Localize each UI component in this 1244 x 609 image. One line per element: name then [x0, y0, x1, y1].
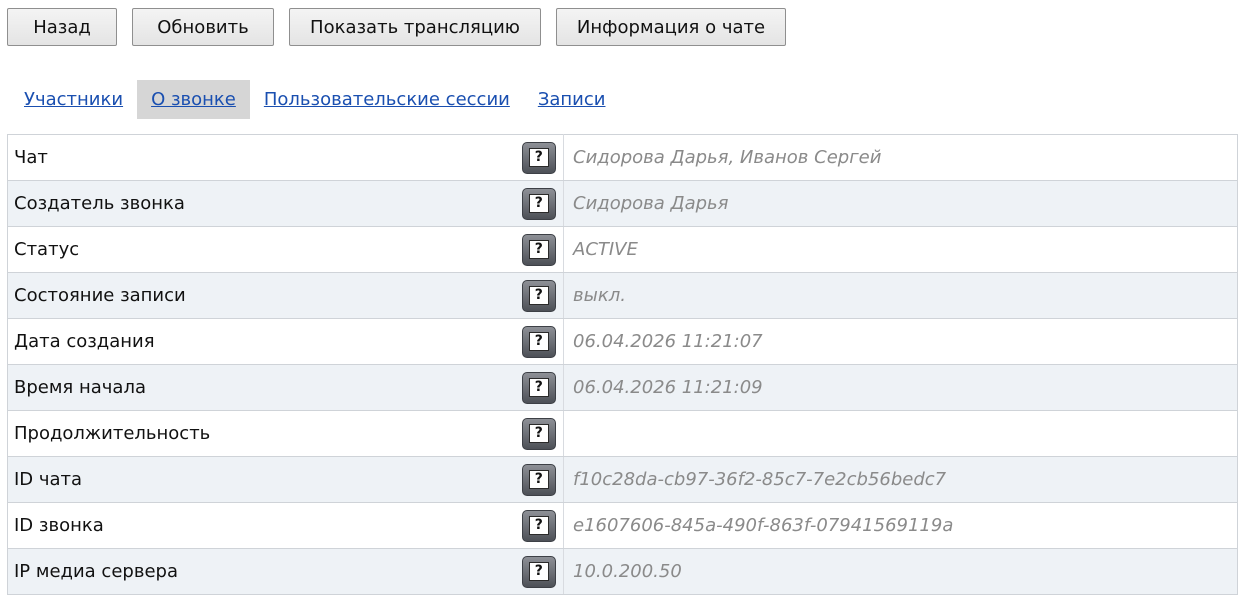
help-icon[interactable]: ? [521, 233, 556, 266]
info-row-call-id: ID звонка ? e1607606-845a-490f-863f-0794… [7, 502, 1238, 549]
info-row-duration: Продолжительность ? [7, 410, 1238, 457]
row-label: ID звонка [7, 502, 515, 549]
row-value: 06.04.2026 11:21:07 [563, 318, 1238, 365]
row-value: 10.0.200.50 [563, 548, 1238, 595]
back-button[interactable]: Назад [7, 8, 117, 46]
row-value: f10c28da-cb97-36f2-85c7-7e2cb56bedc7 [563, 456, 1238, 503]
help-icon[interactable]: ? [521, 509, 556, 542]
tab-about-call[interactable]: О звонке [137, 80, 250, 119]
help-icon[interactable]: ? [521, 279, 556, 312]
row-value: выкл. [563, 272, 1238, 319]
row-value: 06.04.2026 11:21:09 [563, 364, 1238, 411]
help-icon[interactable]: ? [521, 187, 556, 220]
help-icon[interactable]: ? [521, 417, 556, 450]
help-icon[interactable]: ? [521, 555, 556, 588]
row-value: ACTIVE [563, 226, 1238, 273]
info-row-start-time: Время начала ? 06.04.2026 11:21:09 [7, 364, 1238, 411]
info-row-media-server-ip: IP медиа сервера ? 10.0.200.50 [7, 548, 1238, 595]
info-row-status: Статус ? ACTIVE [7, 226, 1238, 273]
row-label: IP медиа сервера [7, 548, 515, 595]
tab-bar: Участники О звонке Пользовательские сесс… [10, 80, 619, 119]
help-icon[interactable]: ? [521, 141, 556, 174]
info-row-chat-id: ID чата ? f10c28da-cb97-36f2-85c7-7e2cb5… [7, 456, 1238, 503]
row-value: Сидорова Дарья, Иванов Сергей [563, 134, 1238, 181]
row-label: Создатель звонка [7, 180, 515, 227]
info-row-call-creator: Создатель звонка ? Сидорова Дарья [7, 180, 1238, 227]
chat-info-button[interactable]: Информация о чате [556, 8, 786, 46]
row-label: Состояние записи [7, 272, 515, 319]
info-row-created-date: Дата создания ? 06.04.2026 11:21:07 [7, 318, 1238, 365]
refresh-button[interactable]: Обновить [132, 8, 274, 46]
tab-participants[interactable]: Участники [10, 80, 137, 119]
row-value [563, 410, 1238, 457]
row-label: Чат [7, 134, 515, 181]
info-row-chat: Чат ? Сидорова Дарья, Иванов Сергей [7, 134, 1238, 181]
call-info-table: Чат ? Сидорова Дарья, Иванов Сергей Созд… [7, 134, 1238, 595]
tab-user-sessions[interactable]: Пользовательские сессии [250, 80, 524, 119]
info-row-recording-state: Состояние записи ? выкл. [7, 272, 1238, 319]
help-icon[interactable]: ? [521, 463, 556, 496]
row-label: Время начала [7, 364, 515, 411]
row-label: ID чата [7, 456, 515, 503]
row-label: Дата создания [7, 318, 515, 365]
row-value: Сидорова Дарья [563, 180, 1238, 227]
row-label: Статус [7, 226, 515, 273]
help-icon[interactable]: ? [521, 371, 556, 404]
row-label: Продолжительность [7, 410, 515, 457]
tab-recordings[interactable]: Записи [524, 80, 620, 119]
show-broadcast-button[interactable]: Показать трансляцию [289, 8, 541, 46]
row-value: e1607606-845a-490f-863f-07941569119a [563, 502, 1238, 549]
help-icon[interactable]: ? [521, 325, 556, 358]
toolbar: Назад Обновить Показать трансляцию Инфор… [7, 8, 786, 46]
